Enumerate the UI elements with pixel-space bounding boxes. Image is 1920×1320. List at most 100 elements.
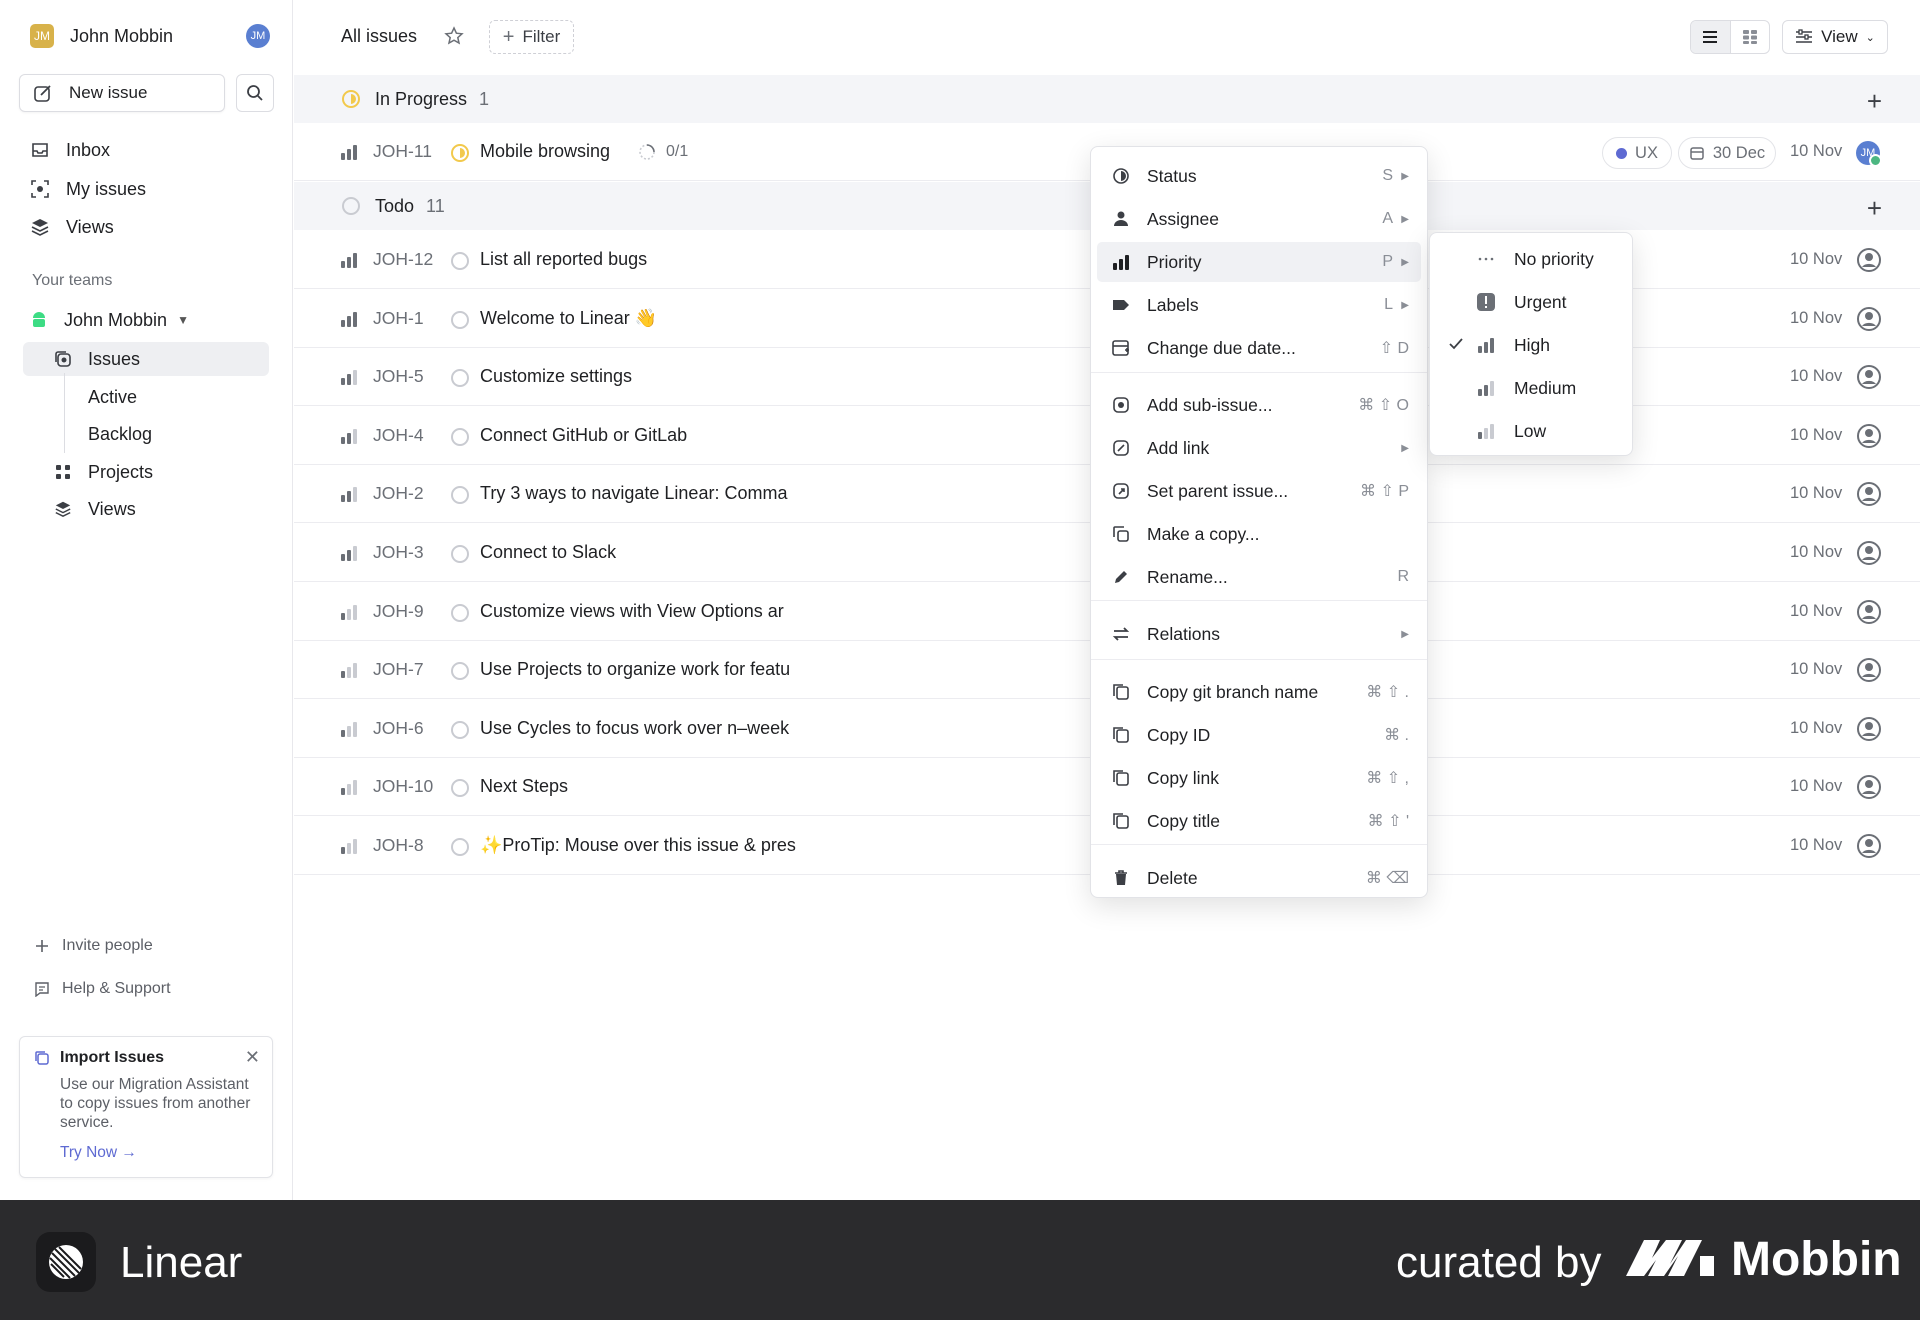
unassigned-avatar-icon[interactable]	[1856, 833, 1882, 859]
help-support-link[interactable]: Help & Support	[34, 977, 171, 1001]
menu-item-set-parent-issue[interactable]: Set parent issue... ⌘ ⇧ P	[1097, 471, 1421, 511]
menu-item-label: Labels	[1147, 294, 1199, 315]
todo-status-icon[interactable]	[450, 251, 470, 271]
add-issue-icon[interactable]: +	[1867, 193, 1882, 224]
submenu-arrow-icon: ▶	[1401, 442, 1409, 454]
menu-item-change-due-date[interactable]: Change due date... ⇧ D	[1097, 328, 1421, 368]
issue-id: JOH-5	[373, 366, 424, 387]
team-views[interactable]: Views	[23, 492, 269, 526]
view-options-button[interactable]: View ⌄	[1782, 20, 1888, 54]
team-issues-backlog[interactable]: Backlog	[88, 419, 152, 449]
todo-status-icon[interactable]	[450, 661, 470, 681]
priority-high-icon[interactable]	[340, 252, 358, 268]
unassigned-avatar-icon[interactable]	[1856, 599, 1882, 625]
workspace-name: John Mobbin	[70, 25, 174, 46]
todo-status-icon[interactable]	[450, 544, 470, 564]
priority-option-medium[interactable]: Medium	[1436, 368, 1628, 408]
issue-id: JOH-7	[373, 659, 424, 680]
search-button[interactable]	[236, 74, 274, 112]
team-issues[interactable]: Issues	[23, 342, 269, 376]
label-pill[interactable]: UX	[1602, 137, 1672, 169]
workspace-switcher[interactable]: JM John Mobbin JM	[30, 24, 270, 48]
priority-medium-icon[interactable]	[340, 486, 358, 503]
menu-item-labels[interactable]: Labels L ▶	[1097, 285, 1421, 325]
todo-status-icon[interactable]	[450, 427, 470, 447]
priority-option-high[interactable]: High	[1436, 325, 1628, 365]
nav-my-issues[interactable]: My issues	[30, 174, 146, 204]
unassigned-avatar-icon[interactable]	[1856, 481, 1882, 507]
issue-created-date: 10 Nov	[1790, 367, 1843, 386]
filter-button[interactable]: + Filter	[489, 20, 574, 54]
priority-low-icon[interactable]	[340, 838, 358, 854]
todo-status-icon[interactable]	[450, 778, 470, 798]
new-issue-label: New issue	[69, 83, 148, 102]
menu-item-assignee[interactable]: Assignee A ▶	[1097, 199, 1421, 239]
team-john-mobbin[interactable]: John Mobbin ▼	[30, 306, 189, 334]
todo-status-icon[interactable]	[450, 368, 470, 388]
unassigned-avatar-icon[interactable]	[1856, 716, 1882, 742]
unassigned-avatar-icon[interactable]	[1856, 423, 1882, 449]
menu-item-priority[interactable]: Priority P ▶	[1097, 242, 1421, 282]
menu-item-copy-title[interactable]: Copy title ⌘ ⇧ '	[1097, 801, 1421, 841]
nav-inbox[interactable]: Inbox	[30, 135, 110, 165]
assignee-avatar[interactable]: JM	[1856, 141, 1882, 167]
menu-item-status[interactable]: Status S ▶	[1097, 156, 1421, 196]
tree-line	[64, 373, 65, 453]
menu-item-relations[interactable]: Relations ▶	[1097, 614, 1421, 654]
priority-medium-icon[interactable]	[340, 428, 358, 444]
priority-option-low[interactable]: Low	[1436, 411, 1628, 451]
priority-option-no-priority[interactable]: No priority	[1436, 239, 1628, 279]
menu-item-copy-git-branch-name[interactable]: Copy git branch name ⌘ ⇧ .	[1097, 672, 1421, 712]
new-issue-button[interactable]: New issue	[19, 74, 225, 112]
group-todo-count: 11	[426, 195, 445, 216]
unassigned-avatar-icon[interactable]	[1856, 774, 1882, 800]
copy-link-icon	[1113, 770, 1129, 786]
unassigned-avatar-icon[interactable]	[1856, 364, 1882, 390]
todo-status-icon[interactable]	[450, 720, 470, 740]
close-icon[interactable]: ✕	[245, 1047, 260, 1068]
priority-medium-icon[interactable]	[340, 369, 358, 386]
menu-item-delete[interactable]: Delete ⌘ ⌫	[1097, 858, 1421, 898]
priority-high-icon[interactable]	[340, 311, 358, 327]
priority-low-icon[interactable]	[340, 662, 358, 679]
invite-people-link[interactable]: Invite people	[34, 934, 153, 958]
menu-item-copy-id[interactable]: Copy ID ⌘ .	[1097, 715, 1421, 755]
todo-status-icon[interactable]	[450, 310, 470, 330]
issue-created-date: 10 Nov	[1790, 660, 1843, 679]
todo-status-icon[interactable]	[450, 603, 470, 623]
priority-low-icon[interactable]	[340, 721, 358, 737]
in-progress-status-icon[interactable]	[450, 143, 470, 163]
priority-medium-icon[interactable]	[340, 545, 358, 561]
menu-item-label: Add sub-issue...	[1147, 394, 1273, 415]
issues-icon	[55, 351, 71, 367]
due-date-pill[interactable]: 30 Dec	[1678, 137, 1776, 169]
menu-item-copy-link[interactable]: Copy link ⌘ ⇧ ,	[1097, 758, 1421, 798]
nav-views[interactable]: Views	[30, 212, 114, 242]
menu-item-label: Copy title	[1147, 810, 1220, 831]
board-layout-button[interactable]	[1731, 21, 1770, 53]
team-issues-active[interactable]: Active	[88, 382, 137, 412]
star-icon[interactable]	[444, 26, 464, 46]
add-issue-icon[interactable]: +	[1867, 86, 1882, 117]
unassigned-avatar-icon[interactable]	[1856, 657, 1882, 683]
priority-option-urgent[interactable]: Urgent	[1436, 282, 1628, 322]
team-projects[interactable]: Projects	[23, 455, 269, 489]
priority-submenu: No priority Urgent High Medium Low	[1429, 232, 1633, 456]
menu-item-make-a-copy[interactable]: Make a copy...	[1097, 514, 1421, 554]
list-layout-button[interactable]	[1691, 21, 1731, 53]
group-in-progress[interactable]: In Progress 1 +	[294, 75, 1920, 123]
menu-item-rename[interactable]: Rename... R	[1097, 557, 1421, 597]
priority-low-icon[interactable]	[340, 779, 358, 796]
priority-low-icon	[1478, 424, 1494, 439]
todo-status-icon[interactable]	[450, 837, 470, 857]
menu-item-add-sub-issue[interactable]: Add sub-issue... ⌘ ⇧ O	[1097, 385, 1421, 425]
copy-icon	[1113, 526, 1129, 542]
menu-item-add-link[interactable]: Add link ▶	[1097, 428, 1421, 468]
unassigned-avatar-icon[interactable]	[1856, 306, 1882, 332]
unassigned-avatar-icon[interactable]	[1856, 540, 1882, 566]
priority-low-icon[interactable]	[340, 604, 358, 620]
user-avatar[interactable]: JM	[246, 24, 270, 48]
try-now-link[interactable]: Try Now →	[60, 1144, 258, 1162]
unassigned-avatar-icon[interactable]	[1856, 247, 1882, 273]
todo-status-icon[interactable]	[450, 485, 470, 505]
